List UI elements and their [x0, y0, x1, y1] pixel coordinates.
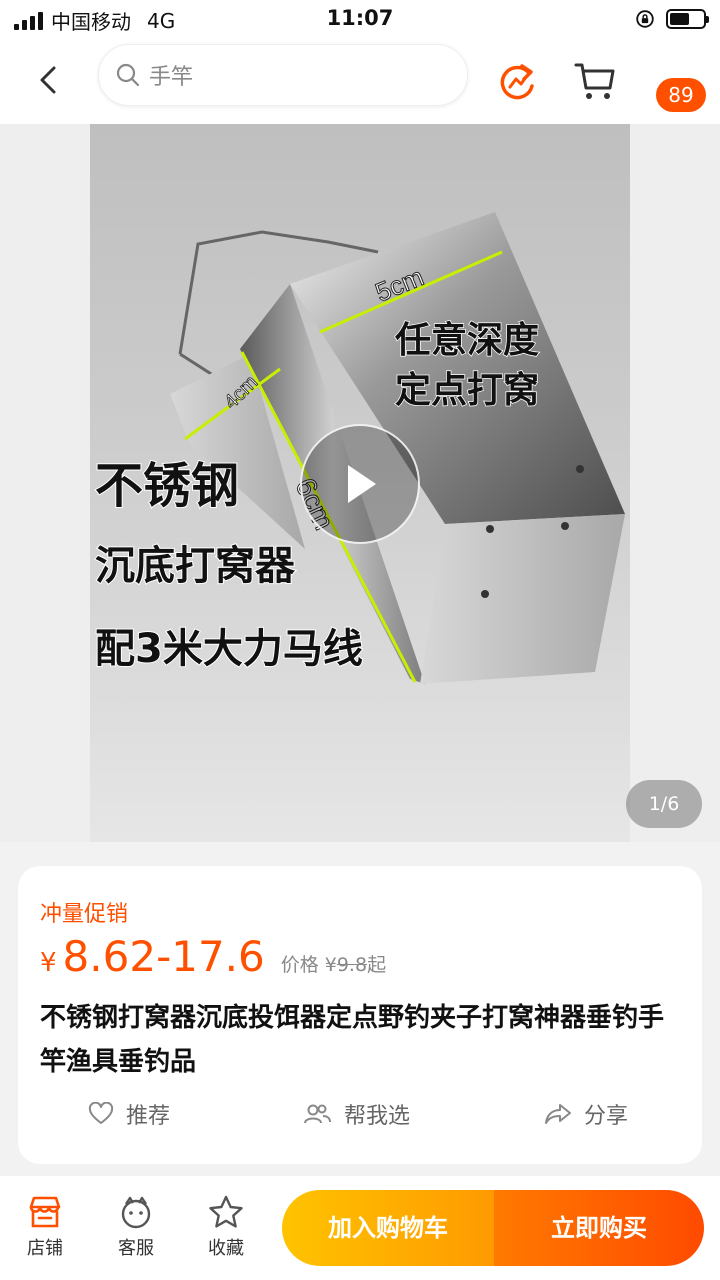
- search-icon: [116, 63, 140, 87]
- share-arrow-icon: [545, 1104, 571, 1124]
- product-info-card: 冲量促销 ¥ 8.62-17.6 价格 ¥ 9.8 起 不锈钢打窝器沉底投饵器定…: [18, 866, 702, 1164]
- back-button[interactable]: [26, 58, 70, 102]
- rotation-lock-icon: [636, 10, 654, 28]
- product-actions: 推荐 帮我选 分享: [18, 1098, 702, 1148]
- notification-badge: 89: [656, 78, 706, 112]
- caption-left-2: 沉底打窝器: [95, 543, 296, 589]
- original-price-value: 9.8: [336, 954, 368, 976]
- service-tab[interactable]: 客服: [96, 1194, 176, 1260]
- help-choose-button[interactable]: 帮我选: [302, 1098, 410, 1130]
- service-label: 客服: [118, 1238, 154, 1259]
- recommend-button[interactable]: 推荐: [88, 1098, 170, 1130]
- status-right: [634, 8, 709, 30]
- promo-label: 冲量促销: [40, 902, 129, 927]
- store-label: 店铺: [27, 1238, 63, 1259]
- share-label: 分享: [584, 1104, 629, 1129]
- caption-left-3: 配3米大力马线: [95, 626, 363, 672]
- back-arrow-icon: [40, 66, 56, 94]
- price-currency: ¥: [40, 948, 57, 978]
- store-icon: [29, 1196, 61, 1228]
- caption-right-2: 定点打窝: [395, 370, 539, 411]
- product-title: 不锈钢打窝器沉底投饵器定点野钓夹子打窝神器垂钓手竿渔具垂钓品: [40, 1003, 665, 1077]
- share-icon[interactable]: [496, 60, 540, 104]
- search-input[interactable]: 手竿: [98, 44, 468, 106]
- original-price-label: 价格: [280, 954, 319, 976]
- status-time: 11:07: [326, 6, 394, 30]
- add-to-cart-button[interactable]: 加入购物车: [282, 1190, 494, 1266]
- bottom-action-bar: 店铺 客服 收藏 加入购物车 立即购买: [0, 1176, 720, 1280]
- status-bar: 中国移动 4G 11:07: [0, 0, 720, 40]
- favorite-tab[interactable]: 收藏: [186, 1194, 266, 1260]
- help-choose-label: 帮我选: [344, 1104, 411, 1129]
- caption-right-1: 任意深度: [395, 320, 539, 361]
- heart-icon: [88, 1102, 114, 1124]
- customer-service-icon: [121, 1196, 151, 1229]
- cart-icon[interactable]: [572, 58, 618, 104]
- original-price-currency: ¥: [324, 954, 337, 976]
- search-text: 手竿: [149, 65, 194, 90]
- price-value: 8.62-17.6: [62, 932, 265, 981]
- share-button[interactable]: 分享: [544, 1098, 628, 1130]
- store-tab[interactable]: 店铺: [5, 1194, 85, 1260]
- price-row: ¥ 8.62-17.6 价格 ¥ 9.8 起: [40, 932, 386, 981]
- caption-left-1: 不锈钢: [95, 458, 239, 514]
- original-price-suffix: 起: [367, 954, 387, 976]
- recommend-label: 推荐: [126, 1104, 171, 1129]
- image-page-indicator: 1/6: [626, 780, 702, 828]
- buy-now-button[interactable]: 立即购买: [494, 1190, 704, 1266]
- top-nav: 手竿 89: [0, 40, 720, 124]
- favorite-label: 收藏: [208, 1238, 244, 1259]
- product-media[interactable]: 5cm 4cm 6cm 任意深度 定点打窝 不锈钢 沉底打窝器 配3米大力马线 …: [0, 124, 720, 842]
- star-icon: [209, 1195, 243, 1228]
- play-icon: [348, 465, 376, 503]
- battery-icon: [666, 9, 709, 29]
- video-play-button[interactable]: [300, 424, 420, 544]
- people-icon: [304, 1104, 331, 1124]
